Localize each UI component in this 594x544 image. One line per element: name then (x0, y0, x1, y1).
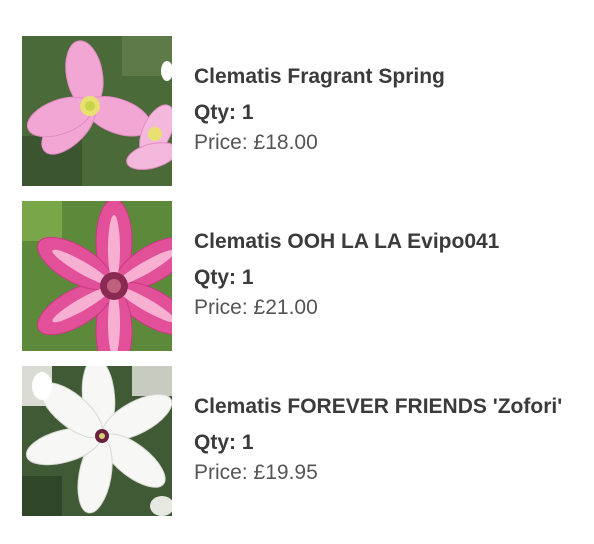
quantity-value: 1 (241, 101, 254, 124)
cart-item: Clematis Fragrant Spring Qty: 1 Price: £… (22, 36, 582, 186)
price-label: Price: (194, 131, 248, 154)
cart-item-info: Clematis FOREVER FRIENDS 'Zofori' Qty: 1… (194, 394, 584, 486)
price-row: Price: £18.00 (194, 130, 584, 156)
quantity-value: 1 (241, 266, 254, 289)
price-label: Price: (194, 461, 248, 484)
product-image-clematis-fragrant-spring[interactable] (22, 36, 172, 186)
product-name-link[interactable]: Clematis Fragrant Spring (194, 64, 584, 90)
quantity-value: 1 (241, 431, 254, 454)
product-name-link[interactable]: Clematis OOH LA LA Evipo041 (194, 229, 584, 255)
product-image-clematis-forever-friends[interactable] (22, 366, 172, 516)
quantity-row: Qty: 1 (194, 265, 584, 291)
price-value: £21.00 (253, 296, 318, 319)
quantity-label: Qty: (194, 266, 236, 289)
quantity-row: Qty: 1 (194, 100, 584, 126)
quantity-row: Qty: 1 (194, 430, 584, 456)
quantity-label: Qty: (194, 101, 236, 124)
cart-item: Clematis OOH LA LA Evipo041 Qty: 1 Price… (22, 201, 582, 351)
price-row: Price: £21.00 (194, 295, 584, 321)
product-name-link[interactable]: Clematis FOREVER FRIENDS 'Zofori' (194, 394, 584, 420)
cart-item-info: Clematis OOH LA LA Evipo041 Qty: 1 Price… (194, 229, 584, 321)
price-value: £18.00 (253, 131, 318, 154)
cart-item-list: Clematis Fragrant Spring Qty: 1 Price: £… (0, 0, 594, 544)
product-image-clematis-ooh-la-la[interactable] (22, 201, 172, 351)
quantity-label: Qty: (194, 431, 236, 454)
cart-item: Clematis FOREVER FRIENDS 'Zofori' Qty: 1… (22, 366, 582, 516)
price-label: Price: (194, 296, 248, 319)
price-value: £19.95 (253, 461, 318, 484)
cart-item-info: Clematis Fragrant Spring Qty: 1 Price: £… (194, 64, 584, 156)
price-row: Price: £19.95 (194, 460, 584, 486)
